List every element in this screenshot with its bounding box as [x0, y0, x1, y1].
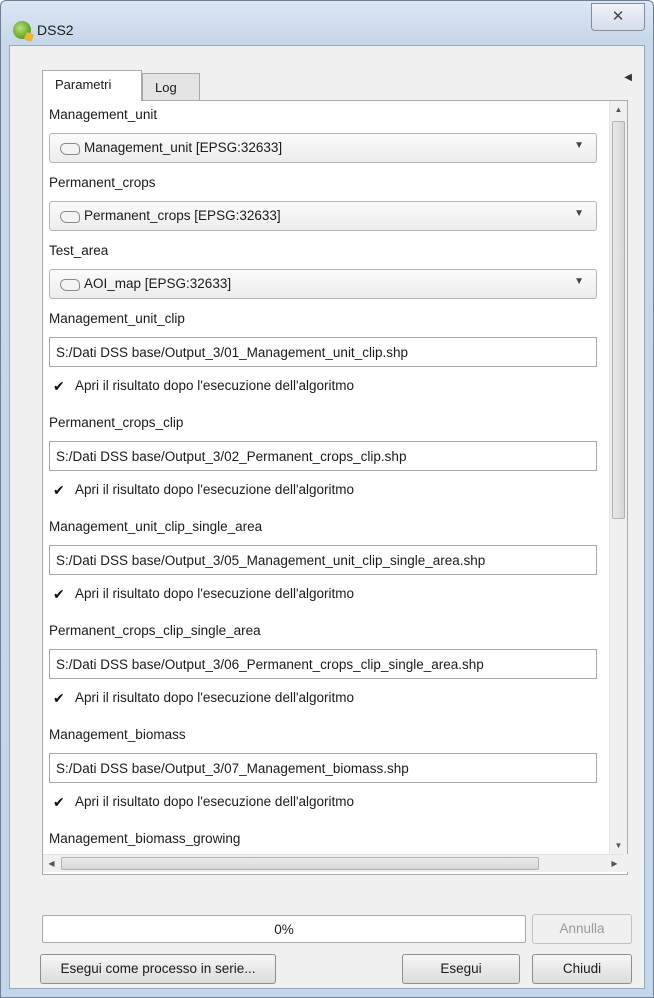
cancel-button[interactable]: Annulla: [532, 914, 632, 944]
chevron-down-icon: ▼: [574, 276, 584, 287]
test-area-value: AOI_map [EPSG:32633]: [84, 276, 232, 291]
scroll-down-icon[interactable]: ▼: [610, 837, 627, 854]
polygon-layer-icon: [60, 143, 80, 155]
tab-parametri[interactable]: Parametri: [42, 70, 142, 101]
output-label: Management_unit_clip: [49, 311, 185, 326]
open-result-label: Apri il risultato dopo l'esecuzione dell…: [75, 482, 355, 497]
open-result-checkbox[interactable]: ✔: [53, 795, 67, 809]
polygon-layer-icon: [60, 211, 80, 223]
batch-process-button[interactable]: Esegui come processo in serie...: [40, 954, 276, 984]
qgis-logo-icon: [13, 21, 31, 39]
management-unit-select[interactable]: Management_unit [EPSG:32633] ▼: [49, 133, 597, 163]
window-title: DSS2: [37, 22, 74, 38]
progress-bar: 0%: [42, 915, 526, 943]
open-result-checkbox[interactable]: ✔: [53, 379, 67, 393]
management-unit-label: Management_unit: [49, 107, 158, 122]
output-path-input[interactable]: [49, 337, 597, 367]
chevron-down-icon: ▼: [574, 208, 584, 219]
permanent-crops-value: Permanent_crops [EPSG:32633]: [84, 208, 281, 223]
scroll-up-icon[interactable]: ▲: [610, 101, 627, 118]
vertical-scroll-thumb[interactable]: [612, 121, 625, 519]
test-area-label: Test_area: [49, 243, 109, 258]
output-label: Management_unit_clip_single_area: [49, 519, 263, 534]
open-result-label: Apri il risultato dopo l'esecuzione dell…: [75, 378, 355, 393]
tab-log[interactable]: Log: [142, 73, 200, 100]
horizontal-scrollbar[interactable]: ◀ ▶: [43, 854, 623, 872]
permanent-crops-label: Permanent_crops: [49, 175, 156, 190]
output-label: Management_biomass: [49, 727, 186, 742]
permanent-crops-select[interactable]: Permanent_crops [EPSG:32633] ▼: [49, 201, 597, 231]
polygon-layer-icon: [60, 279, 80, 291]
collapse-panel-icon[interactable]: ◀: [624, 72, 632, 83]
horizontal-scroll-thumb[interactable]: [61, 857, 539, 870]
output-path-input[interactable]: [49, 441, 597, 471]
scroll-corner: [623, 854, 629, 872]
close-button[interactable]: Chiudi: [532, 954, 632, 984]
output-path-input[interactable]: [49, 649, 597, 679]
open-result-label: Apri il risultato dopo l'esecuzione dell…: [75, 690, 355, 705]
scroll-right-icon[interactable]: ▶: [606, 855, 623, 872]
parameters-panel: Management_unit Management_unit [EPSG:32…: [42, 100, 629, 875]
output-label: Permanent_crops_clip_single_area: [49, 623, 261, 638]
open-result-checkbox[interactable]: ✔: [53, 587, 67, 601]
vertical-scrollbar[interactable]: ▲ ▼: [609, 101, 627, 854]
output-path-input[interactable]: [49, 753, 597, 783]
open-result-checkbox[interactable]: ✔: [53, 483, 67, 497]
open-result-label: Apri il risultato dopo l'esecuzione dell…: [75, 586, 355, 601]
chevron-down-icon: ▼: [574, 140, 584, 151]
run-button[interactable]: Esegui: [402, 954, 520, 984]
test-area-select[interactable]: AOI_map [EPSG:32633] ▼: [49, 269, 597, 299]
output-path-input[interactable]: [49, 545, 597, 575]
management-biomass-growing-label: Management_biomass_growing: [49, 831, 241, 846]
output-label: Permanent_crops_clip: [49, 415, 184, 430]
dialog-window: DSS2 ✕ ◀ Parametri Log Management_unit M…: [0, 0, 654, 998]
parameters-scroll-area: Management_unit Management_unit [EPSG:32…: [43, 101, 623, 854]
open-result-label: Apri il risultato dopo l'esecuzione dell…: [75, 794, 355, 809]
title-bar[interactable]: DSS2 ✕: [1, 1, 653, 45]
open-result-checkbox[interactable]: ✔: [53, 691, 67, 705]
scroll-left-icon[interactable]: ◀: [43, 855, 60, 872]
dialog-body: ◀ Parametri Log Management_unit Manageme…: [9, 45, 645, 989]
close-window-button[interactable]: ✕: [591, 3, 645, 31]
management-unit-value: Management_unit [EPSG:32633]: [84, 140, 283, 155]
progress-text: 0%: [274, 922, 294, 937]
